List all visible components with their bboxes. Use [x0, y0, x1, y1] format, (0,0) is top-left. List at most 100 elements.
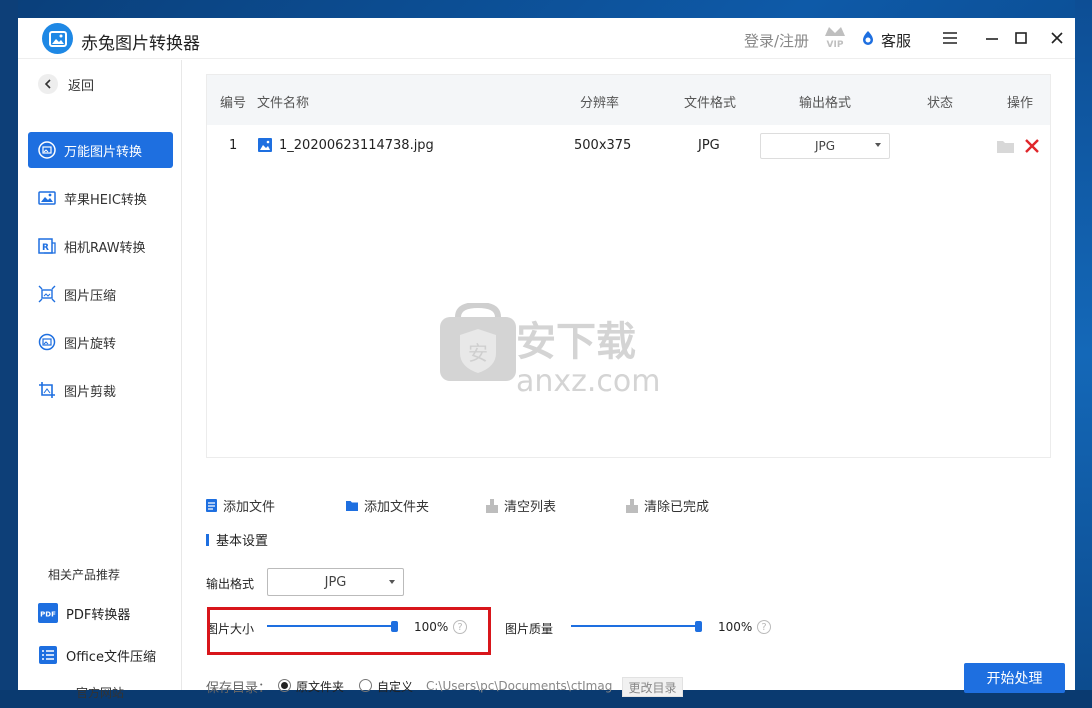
file-actions-bar: 添加文件 添加文件夹 清空列表 清除已完成 [206, 496, 1051, 518]
col-resolution: 分辨率 [580, 96, 620, 111]
crop-icon [39, 382, 55, 398]
open-folder-icon[interactable] [997, 140, 1014, 153]
maximize-button[interactable] [1011, 28, 1031, 48]
row-index: 1 [229, 138, 238, 153]
col-status: 状态 [927, 96, 954, 111]
col-ops: 操作 [1007, 96, 1034, 111]
document-icon [206, 499, 217, 512]
customer-service-icon[interactable] [860, 30, 876, 46]
start-processing-button[interactable]: 开始处理 [964, 663, 1065, 693]
sidebar-item-compress[interactable]: 图片压缩 [28, 276, 173, 312]
change-dir-button[interactable]: 更改目录 [622, 677, 683, 697]
back-arrow-icon [38, 74, 58, 94]
radio-custom-label[interactable]: 自定义 [377, 678, 413, 695]
add-folder-label: 添加文件夹 [364, 500, 430, 515]
svg-text:VIP: VIP [827, 40, 844, 50]
compress-icon [38, 285, 56, 303]
recommend-item-pdf[interactable]: PDF PDF转换器 [38, 603, 130, 623]
main-panel: 编号 文件名称 分辨率 文件格式 输出格式 状态 操作 1 1_20200623… [183, 60, 1075, 697]
add-folder-button[interactable]: 添加文件夹 [346, 496, 429, 515]
minimize-button[interactable] [982, 28, 1002, 48]
clear-done-label: 清除已完成 [644, 500, 710, 515]
svg-text:PDF: PDF [40, 611, 56, 619]
row-output-value: JPG [814, 139, 836, 153]
login-register-link[interactable]: 登录/注册 [744, 30, 809, 51]
radio-custom-folder[interactable] [359, 679, 372, 692]
sidebar-item-crop[interactable]: 图片剪裁 [28, 372, 173, 408]
folder-icon [346, 500, 358, 511]
output-format-label: 输出格式 [206, 577, 255, 591]
row-output-format-select[interactable]: JPG [760, 133, 890, 159]
add-file-button[interactable]: 添加文件 [206, 496, 275, 515]
clear-list-label: 清空列表 [504, 500, 557, 515]
row-filename: 1_20200623114738.jpg [279, 138, 434, 153]
quality-help-icon[interactable]: ? [757, 620, 771, 634]
close-icon [1051, 32, 1063, 44]
svg-text:R: R [42, 243, 49, 253]
save-path-field[interactable]: C:\Users\pc\Documents\ctImag [424, 676, 616, 696]
sidebar-item-label: 图片剪裁 [64, 384, 117, 400]
recommend-item-office[interactable]: Office文件压缩 [38, 645, 156, 665]
app-logo-icon [42, 23, 73, 54]
rotate-icon [38, 333, 56, 351]
svg-text:安: 安 [468, 341, 488, 365]
delete-icon[interactable] [1025, 139, 1039, 153]
quality-slider[interactable] [571, 625, 699, 627]
sidebar-item-label: 万能图片转换 [64, 144, 143, 160]
broom-icon [486, 498, 498, 513]
sidebar-item-raw[interactable]: R 相机RAW转换 [28, 228, 173, 264]
sidebar-item-heic[interactable]: 苹果HEIC转换 [28, 180, 173, 216]
vip-crown-icon[interactable]: VIP [822, 24, 848, 50]
section-title: 基本设置 [216, 534, 269, 549]
sidebar-item-label: 图片旋转 [64, 336, 117, 352]
output-format-value: JPG [324, 574, 347, 590]
clear-list-button[interactable]: 清空列表 [486, 496, 556, 515]
customer-service-label[interactable]: 客服 [881, 30, 911, 51]
heic-icon [38, 191, 56, 205]
title-bar: 赤兔图片转换器 登录/注册 VIP 客服 [18, 18, 1075, 59]
image-convert-icon [38, 141, 56, 159]
table-header: 编号 文件名称 分辨率 文件格式 输出格式 状态 操作 [207, 75, 1050, 125]
minimize-icon [986, 38, 998, 40]
pdf-icon: PDF [38, 603, 58, 623]
sidebar-item-rotate[interactable]: 图片旋转 [28, 324, 173, 360]
add-file-label: 添加文件 [223, 500, 276, 515]
quality-slider-handle[interactable] [695, 621, 702, 632]
quality-label: 图片质量 [505, 622, 554, 636]
desktop-left-edge [0, 0, 18, 708]
sidebar-item-universal-convert[interactable]: 万能图片转换 [28, 132, 173, 168]
office-icon [39, 646, 57, 664]
official-site-link[interactable]: 官方网站 [76, 684, 124, 701]
file-table: 编号 文件名称 分辨率 文件格式 输出格式 状态 操作 1 1_20200623… [206, 74, 1051, 458]
menu-button[interactable] [940, 28, 960, 48]
radio-original-folder[interactable] [278, 679, 291, 692]
col-index: 编号 [220, 96, 247, 111]
row-resolution: 500x375 [574, 138, 632, 153]
radio-original-label[interactable]: 原文件夹 [296, 678, 344, 695]
image-file-icon [258, 138, 272, 152]
highlight-annotation-box [207, 607, 491, 655]
sidebar-item-label: 相机RAW转换 [64, 240, 146, 256]
row-format: JPG [698, 138, 720, 153]
col-output: 输出格式 [799, 96, 852, 111]
table-row[interactable]: 1 1_20200623114738.jpg 500x375 JPG JPG [207, 125, 1050, 169]
close-button[interactable] [1047, 28, 1067, 48]
hamburger-icon [943, 32, 957, 44]
recommend-item-label: Office文件压缩 [66, 649, 156, 665]
sidebar-item-label: 苹果HEIC转换 [64, 192, 147, 208]
watermark-logo: 安 安下载 anxz.com [440, 303, 661, 399]
recommend-item-label: PDF转换器 [66, 607, 131, 623]
app-window: 赤兔图片转换器 登录/注册 VIP 客服 返回 万能图片转换 苹果HEIC转换 … [18, 18, 1075, 700]
chevron-down-icon [875, 143, 881, 147]
desktop-right-edge [1075, 0, 1092, 708]
basic-settings-heading: 基本设置 [206, 530, 268, 549]
output-format-select[interactable]: JPG [267, 568, 404, 596]
quality-value: 100% [718, 620, 753, 634]
clear-done-button[interactable]: 清除已完成 [626, 496, 709, 515]
broom-icon [626, 498, 638, 513]
recommend-title: 相关产品推荐 [48, 568, 121, 582]
maximize-icon [1015, 32, 1027, 44]
save-dir-label: 保存目录： [206, 681, 272, 696]
back-button[interactable]: 返回 [38, 73, 94, 95]
raw-icon: R [38, 238, 56, 254]
